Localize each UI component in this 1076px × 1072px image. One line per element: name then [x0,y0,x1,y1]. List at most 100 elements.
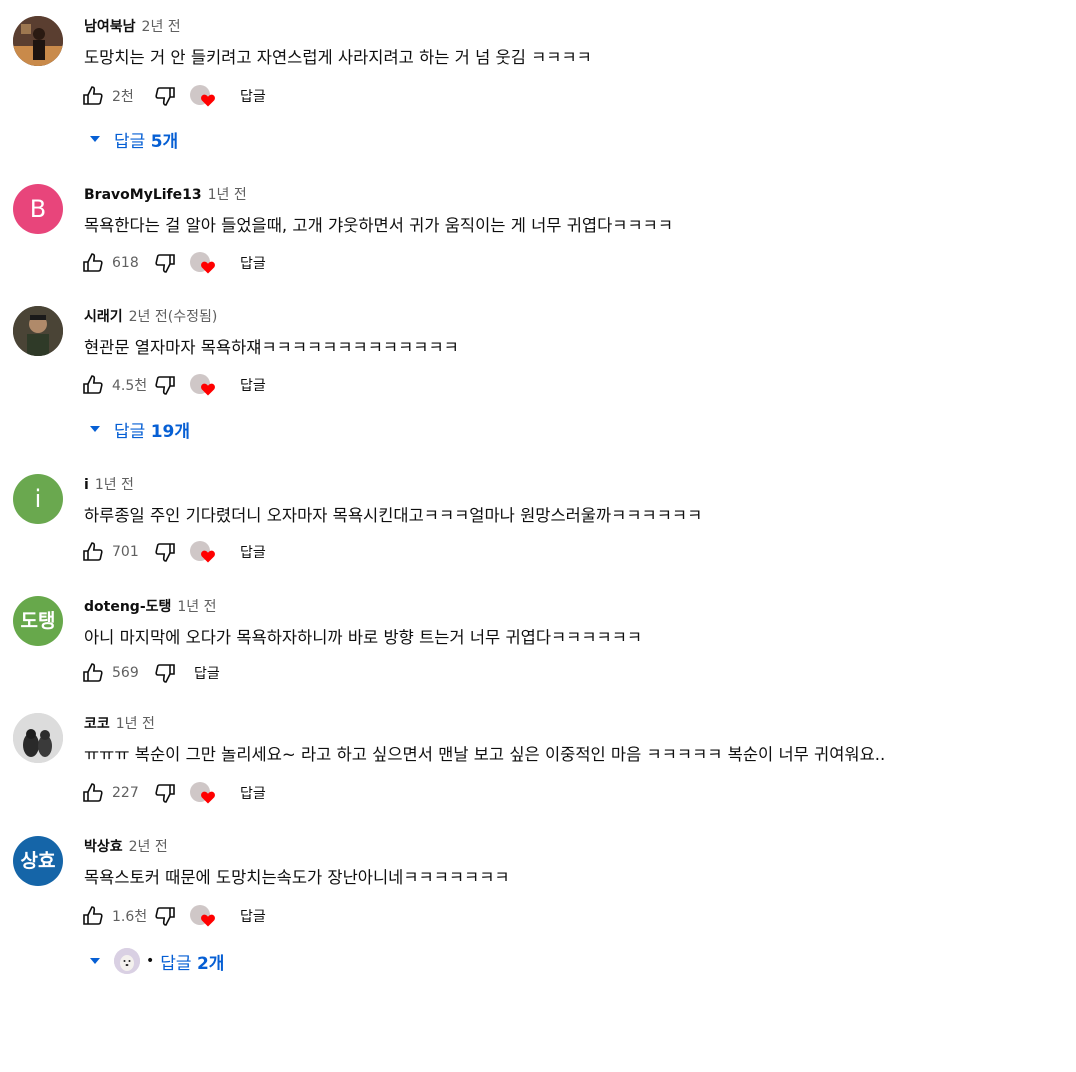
creator-heart [190,903,216,929]
comment-text: 도망치는 거 안 들키려고 자연스럽게 사라지려고 하는 거 넘 웃김 ㅋㅋㅋㅋ [84,48,592,67]
comment-text: ㅠㅠㅠ 복순이 그만 놀리세요~ 라고 하고 싶으면서 맨날 보고 싶은 이중적… [84,745,886,764]
reply-button[interactable]: 답글 [240,86,266,106]
view-replies-button[interactable]: • 답글 2개 [88,946,224,976]
creator-heart [190,250,216,276]
comment-time[interactable]: 2년 전 [129,839,168,855]
avatar[interactable] [13,713,63,763]
reply-button[interactable]: 답글 [240,783,266,803]
edited-label: (수정됨) [167,309,218,325]
separator-dot: • [146,953,155,969]
avatar-letter: 도탱 [20,609,56,632]
creator-heart [190,372,216,398]
heart-icon [201,791,215,804]
dislike-icon[interactable] [152,250,178,276]
avatar-letter: B [29,195,47,223]
avatar[interactable] [13,306,63,356]
heart-icon [201,914,215,927]
dislike-icon[interactable] [152,660,178,686]
comment-time[interactable]: 1년 전 [208,187,247,203]
view-replies-button[interactable]: 답글 19개 [88,414,190,444]
dislike-icon[interactable] [152,539,178,565]
comment-header: doteng-도탱 1년 전 [84,596,217,616]
like-count: 227 [112,785,139,801]
author-name[interactable]: 남여북남 [84,19,136,35]
avatar[interactable]: i [13,474,63,524]
reply-button[interactable]: 답글 [240,906,266,926]
replies-count: 5개 [150,131,179,152]
comment-actions: 1.6천 답글 [80,900,266,932]
avatar[interactable]: B [13,184,63,234]
replies-count: 2개 [196,953,225,974]
caret-down-icon [90,958,100,964]
creator-reply-avatar [114,948,140,974]
comment-text: 아니 마지막에 오다가 목욕하자하니까 바로 방향 트는거 너무 귀엽다ㅋㅋㅋㅋ… [84,628,643,647]
dislike-icon[interactable] [152,780,178,806]
comment-header: 남여북남 2년 전 [84,16,181,36]
author-name[interactable]: 박상효 [84,839,123,855]
avatar[interactable] [13,16,63,66]
comment-time[interactable]: 1년 전 [95,477,134,493]
comment-actions: 2천 답글 [80,80,266,112]
heart-icon [201,94,215,107]
author-name[interactable]: 시래기 [84,309,123,325]
caret-down-icon [90,426,100,432]
replies-label: 답글 [160,953,192,974]
like-icon[interactable] [80,250,106,276]
heart-icon [201,550,215,563]
comment-header: 코코 1년 전 [84,713,155,733]
author-name[interactable]: 코코 [84,716,110,732]
reply-button[interactable]: 답글 [240,375,266,395]
like-count: 701 [112,544,139,560]
comment-text: 목욕한다는 걸 알아 들었을때, 고개 갸웃하면서 귀가 움직이는 게 너무 귀… [84,216,673,235]
like-icon[interactable] [80,83,106,109]
view-replies-button[interactable]: 답글 5개 [88,124,178,154]
reply-button[interactable]: 답글 [240,253,266,273]
reply-button[interactable]: 답글 [194,663,220,683]
like-icon[interactable] [80,780,106,806]
heart-icon [201,383,215,396]
avatar-letter: i [34,485,42,513]
like-count: 569 [112,665,139,681]
dislike-icon[interactable] [152,903,178,929]
creator-heart [190,83,216,109]
comment-time[interactable]: 1년 전 [116,716,155,732]
like-count: 4.5천 [112,378,148,394]
like-icon[interactable] [80,539,106,565]
author-name[interactable]: i [84,477,89,493]
avatar-image [13,306,63,356]
comment-header: 박상효 2년 전 [84,836,168,856]
comment-actions: 4.5천 답글 [80,369,266,401]
comment-time[interactable]: 2년 전 [129,309,168,325]
dog-avatar-icon [114,948,140,974]
avatar-image [13,713,63,763]
comment-text: 목욕스토커 때문에 도망치는속도가 장난아니네ㅋㅋㅋㅋㅋㅋㅋ [84,868,510,887]
comment-header: 시래기 2년 전(수정됨) [84,306,217,326]
comment-header: BravoMyLife13 1년 전 [84,184,247,204]
comment-text: 현관문 열자마자 목욕하쟤ㅋㅋㅋㅋㅋㅋㅋㅋㅋㅋㅋㅋㅋ [84,338,459,357]
comment-header: i 1년 전 [84,474,134,494]
comment-actions: 569 답글 [80,657,220,689]
dislike-icon[interactable] [152,372,178,398]
comment-time[interactable]: 1년 전 [177,599,216,615]
avatar[interactable]: 도탱 [13,596,63,646]
avatar[interactable]: 상효 [13,836,63,886]
comment-actions: 227 답글 [80,777,266,809]
caret-down-icon [90,136,100,142]
author-name[interactable]: BravoMyLife13 [84,187,202,203]
replies-label: 답글 [114,131,146,152]
creator-heart [190,780,216,806]
author-name[interactable]: doteng-도탱 [84,599,171,615]
like-count: 618 [112,255,139,271]
like-icon[interactable] [80,372,106,398]
like-count: 2천 [112,89,134,105]
like-icon[interactable] [80,660,106,686]
replies-label: 답글 [114,421,146,442]
comment-actions: 618 답글 [80,247,266,279]
comment-text: 하루종일 주인 기다렸더니 오자마자 목욕시킨대고ㅋㅋㅋ얼마나 원망스러울까ㅋㅋ… [84,506,703,525]
comment-time[interactable]: 2년 전 [142,19,181,35]
like-icon[interactable] [80,903,106,929]
dislike-icon[interactable] [152,83,178,109]
avatar-letter: 상효 [20,849,56,872]
heart-icon [201,261,215,274]
reply-button[interactable]: 답글 [240,542,266,562]
